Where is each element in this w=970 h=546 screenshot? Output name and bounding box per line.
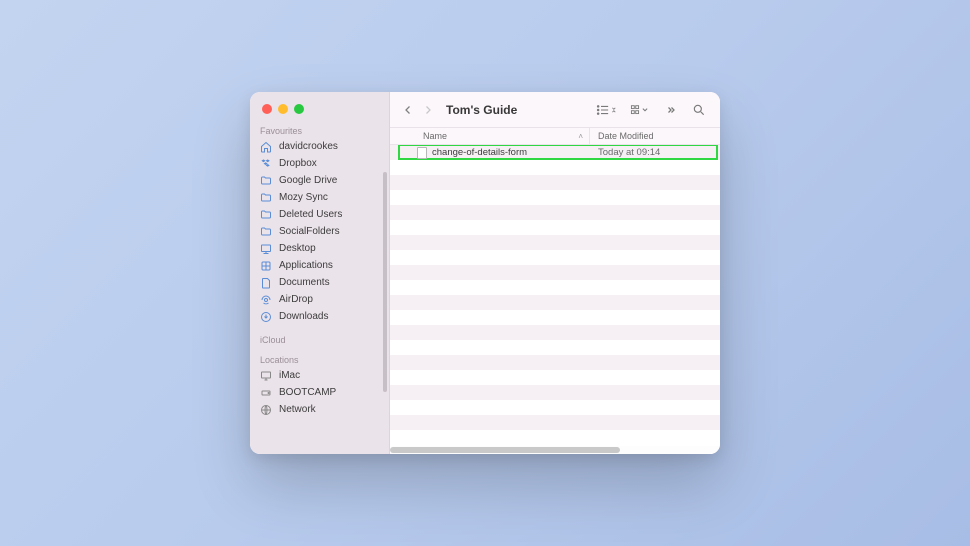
document-file-icon <box>417 147 427 159</box>
toolbar: Tom's Guide <box>390 92 720 128</box>
file-name: change-of-details-form <box>432 147 527 158</box>
folder-icon <box>260 226 272 238</box>
window-controls <box>250 92 389 122</box>
apps-icon <box>260 260 272 272</box>
empty-row <box>390 250 720 265</box>
folder-icon <box>260 192 272 204</box>
sidebar-item-label: Google Drive <box>279 175 337 186</box>
empty-row <box>390 355 720 370</box>
airdrop-icon <box>260 294 272 306</box>
main-panel: Tom's Guide <box>390 92 720 454</box>
empty-row <box>390 175 720 190</box>
forward-button[interactable] <box>420 102 436 118</box>
sidebar-item-label: Network <box>279 404 316 415</box>
sidebar-item-davidcrookes[interactable]: davidcrookes <box>250 138 389 155</box>
sidebar-item-dropbox[interactable]: Dropbox <box>250 155 389 172</box>
horizontal-scrollbar-track[interactable] <box>390 446 720 454</box>
horizontal-scrollbar-thumb[interactable] <box>390 447 620 453</box>
sidebar-item-google-drive[interactable]: Google Drive <box>250 172 389 189</box>
sidebar-item-label: davidcrookes <box>279 141 338 152</box>
sidebar-item-socialfolders[interactable]: SocialFolders <box>250 223 389 240</box>
minimize-button[interactable] <box>278 104 288 114</box>
home-icon <box>260 141 272 153</box>
empty-row <box>390 160 720 175</box>
empty-row <box>390 295 720 310</box>
sidebar-item-label: BOOTCAMP <box>279 387 336 398</box>
window-title: Tom's Guide <box>446 103 517 117</box>
empty-row <box>390 370 720 385</box>
file-list[interactable]: change-of-details-form Today at 09:14 <box>390 145 720 446</box>
sidebar-item-label: Desktop <box>279 243 316 254</box>
sidebar-item-label: Mozy Sync <box>279 192 328 203</box>
column-header-name[interactable]: Name ˄ <box>390 128 590 144</box>
sidebar-item-imac[interactable]: iMac <box>250 367 389 384</box>
download-icon <box>260 311 272 323</box>
sidebar-item-label: SocialFolders <box>279 226 340 237</box>
back-button[interactable] <box>400 102 416 118</box>
close-button[interactable] <box>262 104 272 114</box>
empty-row <box>390 310 720 325</box>
maximize-button[interactable] <box>294 104 304 114</box>
sidebar-section-icloud: iCloud <box>250 325 389 347</box>
desktop-icon <box>260 243 272 255</box>
sidebar-item-label: Documents <box>279 277 330 288</box>
sidebar-item-desktop[interactable]: Desktop <box>250 240 389 257</box>
dropbox-icon <box>260 158 272 170</box>
sidebar-item-label: Applications <box>279 260 333 271</box>
sidebar-item-mozy-sync[interactable]: Mozy Sync <box>250 189 389 206</box>
empty-row <box>390 400 720 415</box>
list-header: Name ˄ Date Modified <box>390 128 720 145</box>
empty-row <box>390 325 720 340</box>
finder-window: Favourites davidcrookes Dropbox Google D… <box>250 92 720 454</box>
sidebar-item-label: iMac <box>279 370 300 381</box>
sidebar-section-favourites: Favourites <box>250 122 389 138</box>
empty-row <box>390 340 720 355</box>
empty-row <box>390 235 720 250</box>
sidebar-item-label: Dropbox <box>279 158 317 169</box>
view-mode-button[interactable] <box>592 101 620 119</box>
file-row[interactable]: change-of-details-form Today at 09:14 <box>390 145 720 160</box>
imac-icon <box>260 370 272 382</box>
sidebar-section-locations: Locations <box>250 347 389 367</box>
sidebar-item-label: Deleted Users <box>279 209 342 220</box>
sidebar: Favourites davidcrookes Dropbox Google D… <box>250 92 390 454</box>
more-button[interactable] <box>660 102 682 118</box>
empty-row <box>390 205 720 220</box>
disk-icon <box>260 387 272 399</box>
sidebar-item-airdrop[interactable]: AirDrop <box>250 291 389 308</box>
sidebar-item-label: Downloads <box>279 311 328 322</box>
empty-row <box>390 220 720 235</box>
folder-icon <box>260 209 272 221</box>
empty-row <box>390 190 720 205</box>
nav-arrows <box>400 102 436 118</box>
sidebar-item-applications[interactable]: Applications <box>250 257 389 274</box>
file-date: Today at 09:14 <box>590 147 720 158</box>
sidebar-item-network[interactable]: Network <box>250 401 389 418</box>
sidebar-scrollbar[interactable] <box>383 172 387 392</box>
sort-ascending-icon: ˄ <box>578 132 583 141</box>
empty-row <box>390 430 720 445</box>
empty-row <box>390 265 720 280</box>
folder-icon <box>260 175 272 187</box>
sidebar-item-label: AirDrop <box>279 294 313 305</box>
column-header-date[interactable]: Date Modified <box>590 128 720 144</box>
sidebar-item-bootcamp[interactable]: BOOTCAMP <box>250 384 389 401</box>
network-icon <box>260 404 272 416</box>
sidebar-item-downloads[interactable]: Downloads <box>250 308 389 325</box>
doc-icon <box>260 277 272 289</box>
empty-row <box>390 415 720 430</box>
group-by-button[interactable] <box>626 101 654 119</box>
search-button[interactable] <box>688 101 710 119</box>
empty-row <box>390 280 720 295</box>
sidebar-item-deleted-users[interactable]: Deleted Users <box>250 206 389 223</box>
empty-row <box>390 385 720 400</box>
sidebar-item-documents[interactable]: Documents <box>250 274 389 291</box>
